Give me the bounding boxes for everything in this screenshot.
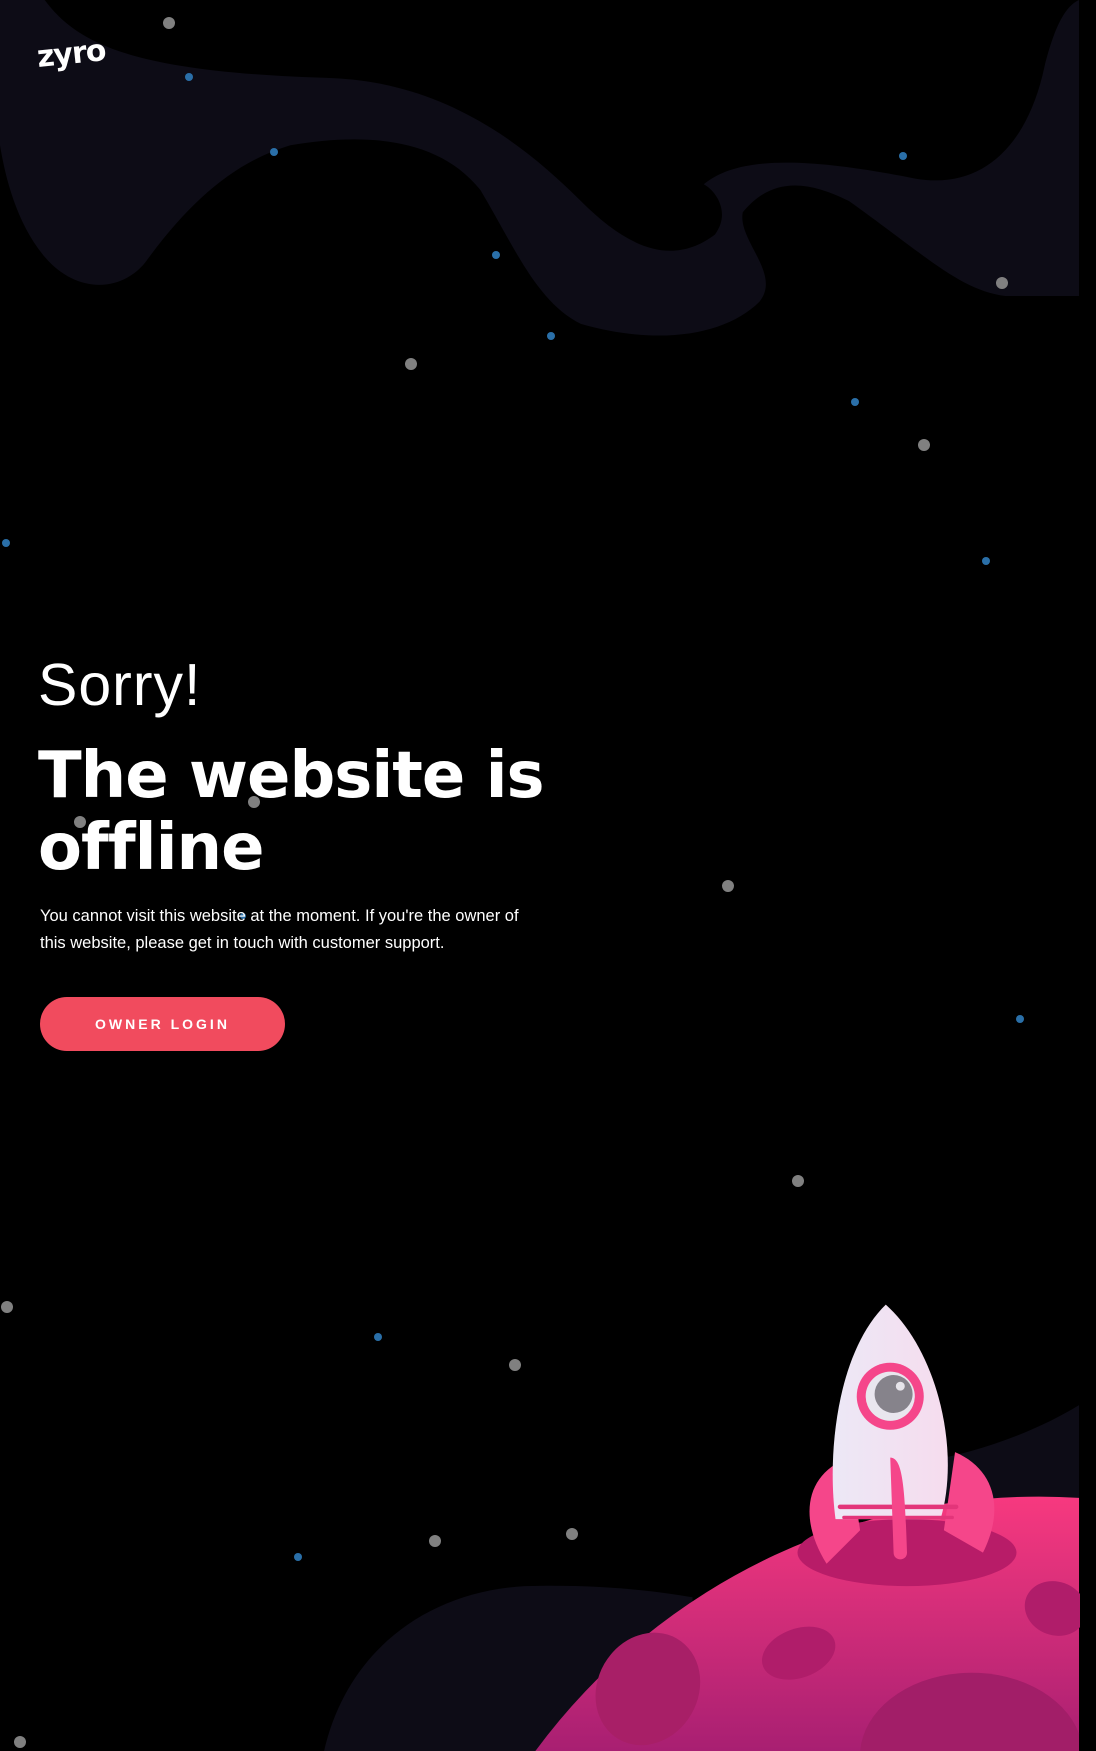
- description-text: You cannot visit this website at the mom…: [40, 907, 519, 952]
- top-wave: [0, 0, 1080, 336]
- zyro-logo[interactable]: zyro: [35, 33, 107, 75]
- owner-login-button[interactable]: OWNER LOGIN: [40, 997, 285, 1051]
- rocket-icon: [809, 1304, 995, 1564]
- greeting-text: Sorry!: [38, 652, 202, 718]
- scroll-gutter: [1080, 0, 1096, 1751]
- page-title: The website is offline: [38, 739, 545, 885]
